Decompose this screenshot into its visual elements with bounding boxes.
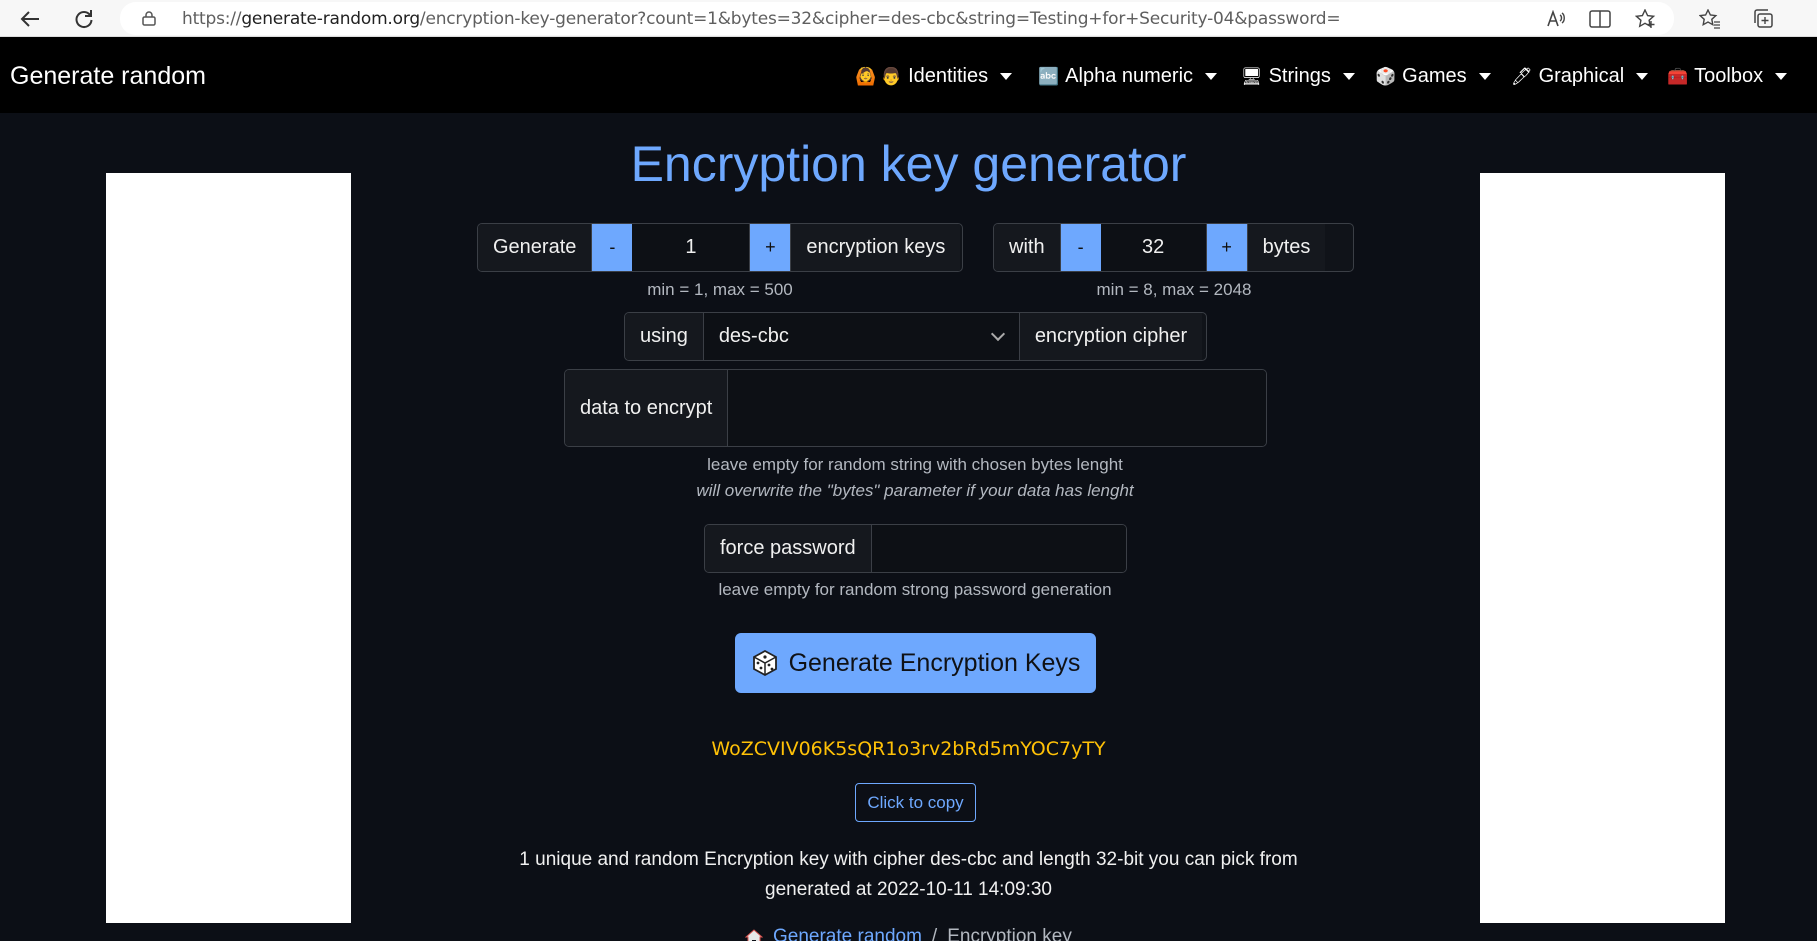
identities-icon: 🙆 👨	[855, 66, 903, 86]
url-text: https://generate-random.org/encryption-k…	[182, 9, 1341, 29]
page-title: Encryption key generator	[630, 136, 1187, 192]
count-decrement-button[interactable]: -	[592, 224, 633, 271]
data-input-group: data to encrypt	[564, 369, 1267, 447]
nav-identities[interactable]: 🙆 👨 Identities	[855, 65, 1013, 88]
bytes-input[interactable]: 32	[1100, 224, 1207, 271]
caret-down-icon	[1205, 73, 1218, 80]
data-label: data to encrypt	[565, 370, 729, 446]
bytes-prefix-label: with	[994, 224, 1061, 271]
bytes-suffix-label: bytes	[1246, 224, 1326, 271]
password-label: force password	[705, 525, 872, 572]
breadcrumb-home-link[interactable]: Generate random	[773, 926, 922, 941]
generated-key: WoZCVIV06K5sQR1o3rv2bRd5mYOC7yTY	[711, 738, 1106, 760]
copy-button[interactable]: Click to copy	[855, 783, 976, 822]
cipher-select-value: des-cbc	[718, 325, 789, 347]
cipher-input-group: using des-cbc encryption cipher	[624, 312, 1207, 361]
bytes-hint: min = 8, max = 2048	[1096, 280, 1252, 299]
summary-line-1: 1 unique and random Encryption key with …	[519, 849, 1298, 870]
nav-graphical[interactable]: 🖊 Graphical	[1511, 65, 1649, 88]
count-increment-button[interactable]: +	[750, 224, 791, 271]
browser-toolbar: https://generate-random.org/encryption-k…	[0, 0, 1817, 37]
nav-alpha-numeric-label: Alpha numeric	[1065, 65, 1194, 87]
breadcrumb-current: Encryption key	[947, 926, 1072, 941]
home-icon	[745, 929, 763, 941]
toolbox-icon: 🧰	[1667, 66, 1689, 86]
right-ad-panel	[1480, 173, 1725, 923]
chevron-down-icon	[990, 326, 1005, 342]
graphical-icon: 🖊	[1511, 66, 1533, 86]
nav-toolbox[interactable]: 🧰 Toolbox	[1667, 65, 1788, 88]
nav-graphical-label: Graphical	[1538, 65, 1625, 87]
generate-keys-label: Generate Encryption Keys	[788, 648, 1081, 677]
breadcrumb-separator: /	[931, 926, 938, 941]
count-input-group: Generate - 1 + encryption keys	[477, 223, 963, 272]
result-summary: 1 unique and random Encryption key with …	[0, 845, 1817, 905]
nav-strings-label: Strings	[1268, 65, 1331, 87]
data-textarea[interactable]	[728, 370, 1266, 446]
password-hint: leave empty for random strong password g…	[718, 580, 1112, 599]
add-favorite-icon[interactable]	[1628, 0, 1664, 37]
data-hint: leave empty for random string with chose…	[707, 455, 1123, 474]
bytes-increment-button[interactable]: +	[1206, 224, 1247, 271]
address-bar[interactable]: https://generate-random.org/encryption-k…	[120, 2, 1674, 35]
caret-down-icon	[1000, 73, 1013, 80]
generate-keys-button[interactable]: Generate Encryption Keys	[735, 633, 1096, 693]
caret-down-icon	[1342, 73, 1355, 80]
games-icon: 🎲	[1375, 66, 1397, 86]
favorites-icon[interactable]	[1692, 0, 1728, 37]
reload-icon[interactable]	[64, 0, 104, 37]
summary-line-2: generated at 2022-10-11 14:09:30	[765, 879, 1052, 900]
strings-icon: 🖥	[1241, 66, 1263, 86]
password-input-group: force password	[704, 524, 1127, 573]
dice-icon	[752, 649, 777, 677]
nav-toolbox-label: Toolbox	[1694, 65, 1764, 87]
breadcrumb: Generate random / Encryption key	[745, 926, 1072, 941]
collections-icon[interactable]	[1746, 0, 1782, 37]
immersive-reader-icon[interactable]	[1582, 0, 1618, 37]
cipher-select[interactable]: des-cbc	[703, 313, 1020, 360]
nav-games[interactable]: 🎲 Games	[1375, 65, 1491, 88]
cipher-prefix-label: using	[625, 313, 704, 360]
cipher-suffix-label: encryption cipher	[1019, 313, 1203, 360]
alpha-numeric-icon: 🔤	[1038, 66, 1060, 86]
count-suffix-label: encryption keys	[790, 224, 961, 271]
left-ad-panel	[106, 173, 351, 923]
count-input[interactable]: 1	[632, 224, 751, 271]
bytes-input-group: with - 32 + bytes	[993, 223, 1354, 272]
site-brand[interactable]: Generate random	[10, 62, 206, 91]
nav-games-label: Games	[1402, 65, 1467, 87]
data-hint-italic: will overwrite the "bytes" parameter if …	[696, 481, 1134, 500]
bytes-decrement-button[interactable]: -	[1060, 224, 1101, 271]
nav-alpha-numeric[interactable]: 🔤 Alpha numeric	[1038, 65, 1218, 88]
nav-identities-label: Identities	[908, 65, 989, 87]
caret-down-icon	[1636, 73, 1649, 80]
back-icon[interactable]	[10, 0, 50, 37]
count-hint: min = 1, max = 500	[647, 280, 793, 299]
caret-down-icon	[1775, 73, 1788, 80]
lock-icon	[142, 11, 156, 26]
caret-down-icon	[1478, 73, 1491, 80]
password-input[interactable]	[871, 525, 1126, 572]
read-aloud-icon[interactable]	[1538, 0, 1574, 37]
nav-strings[interactable]: 🖥 Strings	[1241, 65, 1355, 88]
count-prefix-label: Generate	[478, 224, 593, 271]
site-navbar: Generate random 🙆 👨 Identities 🔤 Alpha n…	[0, 37, 1817, 113]
